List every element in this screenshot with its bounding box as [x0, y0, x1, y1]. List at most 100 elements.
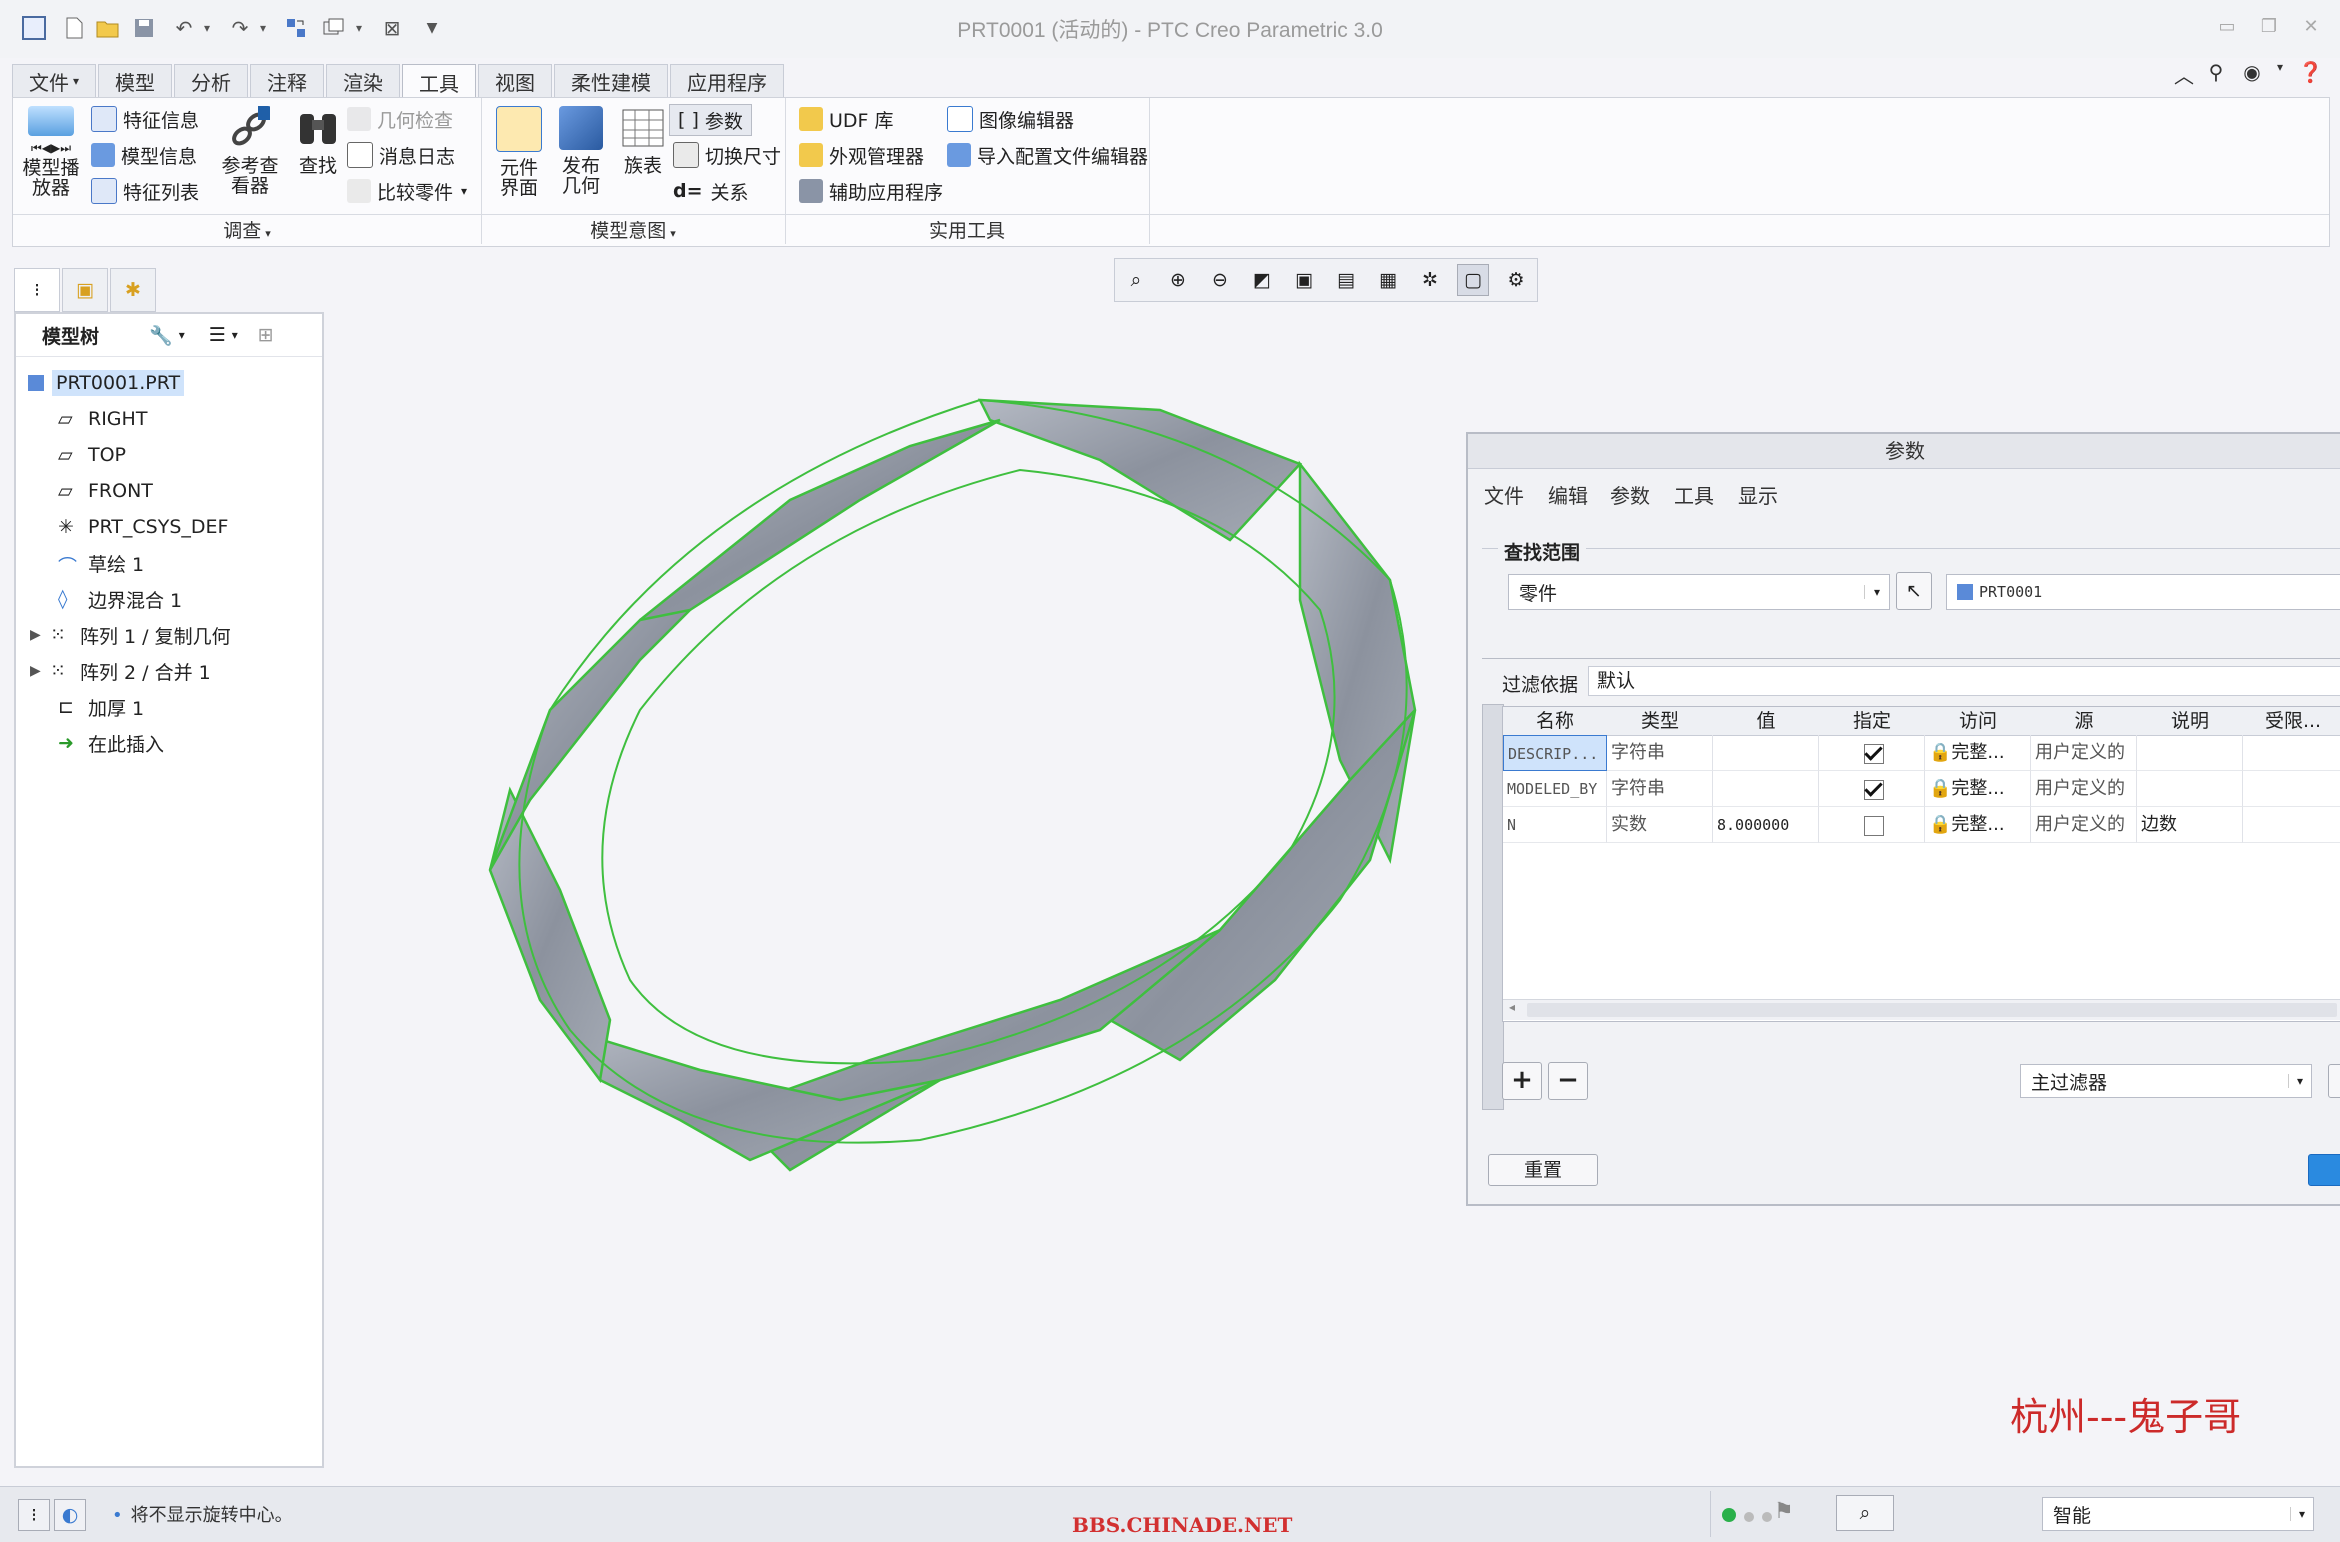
browser-toggle-icon[interactable]: ◐ — [54, 1499, 86, 1531]
select-object-button[interactable]: ↖ — [1896, 572, 1932, 610]
tree-node-sketch[interactable]: ⌒ 草绘 1 — [16, 545, 322, 581]
tree-node-top[interactable]: ▱ TOP — [16, 437, 322, 473]
component-interface-button[interactable]: 元件 界面 — [491, 106, 547, 198]
tree-node-csys[interactable]: ✳ PRT_CSYS_DEF — [16, 509, 322, 545]
tree-node-thicken[interactable]: ⊏ 加厚 1 — [16, 689, 322, 725]
menu-parameters[interactable]: 参数 — [1610, 480, 1650, 509]
zoom-in-icon[interactable]: ⊕ — [1163, 265, 1193, 295]
show-icon[interactable]: ☰ — [209, 324, 226, 346]
udf-library-button[interactable]: UDF 库 — [799, 104, 894, 134]
geometry-check-button[interactable]: 几何检查 — [347, 104, 453, 134]
col-header-value[interactable]: 值 — [1713, 707, 1820, 736]
tree-node-insert-here[interactable]: ➜ 在此插入 — [16, 725, 322, 761]
zoom-out-icon[interactable]: ⊖ — [1205, 265, 1235, 295]
annotation-display-icon[interactable]: ⚙ — [1501, 265, 1531, 295]
remove-parameter-button[interactable]: − — [1548, 1062, 1588, 1100]
chevron-down-icon[interactable]: ▾ — [232, 328, 238, 342]
col-header-type[interactable]: 类型 — [1607, 707, 1714, 736]
tree-node-front[interactable]: ▱ FRONT — [16, 473, 322, 509]
model-graphics-view[interactable] — [460, 380, 1440, 1180]
spin-center-icon[interactable]: ▢ — [1457, 264, 1489, 296]
switch-dimensions-button[interactable]: 切换尺寸 — [673, 140, 781, 170]
table-row[interactable]: MODELED_BY 字符串 🔒完整... 用户定义的 — [1503, 771, 2340, 807]
reference-viewer-button[interactable]: 参考查 看器 — [217, 106, 283, 196]
help-icon[interactable]: ❓ — [2298, 60, 2323, 84]
tab-render[interactable]: 渲染 — [326, 64, 401, 97]
tab-file[interactable]: 文件 ▾ — [12, 64, 97, 97]
feature-list-button[interactable]: 特征列表 — [91, 176, 199, 206]
tree-node-part[interactable]: PRT0001.PRT — [16, 365, 322, 401]
view-manager-icon[interactable]: ▦ — [1373, 265, 1403, 295]
image-editor-button[interactable]: 图像编辑器 — [947, 104, 1074, 134]
chevron-down-icon[interactable]: ▾ — [2268, 60, 2292, 84]
scope-select[interactable]: 零件 ▾ — [1508, 574, 1890, 610]
object-field[interactable]: PRT0001 — [1946, 574, 2340, 610]
designate-checkbox[interactable] — [1863, 744, 1884, 764]
auxiliary-app-button[interactable]: 辅助应用程序 — [799, 176, 943, 206]
main-filter-select[interactable]: 主过滤器 ▾ — [2020, 1064, 2312, 1098]
group-model-intent[interactable]: 模型意图 ▾ — [481, 216, 785, 242]
col-header-designate[interactable]: 指定 — [1819, 707, 1926, 736]
maximize-icon[interactable]: ❐ — [2256, 16, 2282, 38]
datum-display-icon[interactable]: ✲ — [1415, 265, 1445, 295]
minimize-ribbon-icon[interactable]: ︿ — [2172, 60, 2196, 88]
expand-icon[interactable]: ▶ — [30, 663, 50, 679]
folder-browser-tab[interactable]: ▣ — [62, 268, 108, 312]
tree-node-boundary-blend[interactable]: ◊ 边界混合 1 — [16, 581, 322, 617]
learning-connector-icon[interactable]: ◉ — [2240, 60, 2264, 84]
tab-view[interactable]: 视图 — [478, 64, 553, 97]
find-button[interactable]: 查找 — [293, 106, 343, 176]
menu-edit[interactable]: 编辑 — [1548, 480, 1588, 509]
add-parameter-button[interactable]: + — [1502, 1062, 1542, 1100]
feature-info-button[interactable]: 特征信息 — [91, 104, 199, 134]
tab-model[interactable]: 模型 — [98, 64, 173, 97]
model-tree-tab[interactable]: ⁝ — [14, 268, 60, 312]
selection-filter-select[interactable]: 智能 ▾ — [2042, 1497, 2314, 1531]
message-log-button[interactable]: 消息日志 — [347, 140, 455, 170]
search-icon[interactable]: ⚲ — [2204, 60, 2228, 84]
designate-checkbox[interactable] — [1863, 816, 1884, 836]
tree-node-pattern-2[interactable]: ▶ ⁙ 阵列 2 / 合并 1 — [16, 653, 322, 689]
compare-part-button[interactable]: 比较零件 ▾ — [347, 176, 467, 206]
menu-tools[interactable]: 工具 — [1674, 480, 1714, 509]
refit-icon[interactable]: ⌕ — [1121, 265, 1151, 295]
settings-icon[interactable]: 🔧 — [149, 324, 173, 347]
appearance-manager-button[interactable]: 外观管理器 — [799, 140, 924, 170]
find-binoculars-icon[interactable]: ⌕ — [1836, 1495, 1894, 1531]
minimize-icon[interactable]: ▭ — [2214, 16, 2240, 38]
reset-button[interactable]: 重置 — [1488, 1154, 1598, 1186]
col-header-source[interactable]: 源 — [2031, 707, 2138, 736]
menu-file[interactable]: 文件 — [1484, 480, 1524, 509]
model-player-button[interactable]: ⏮◀▶⏭ 模型播 放器 — [21, 106, 81, 198]
tree-node-right[interactable]: ▱ RIGHT — [16, 401, 322, 437]
filter-value-field[interactable]: 默认 — [1588, 666, 2340, 696]
tree-filter-icon[interactable]: ⊞ — [258, 324, 274, 346]
tree-node-pattern-1[interactable]: ▶ ⁙ 阵列 1 / 复制几何 — [16, 617, 322, 653]
repaint-icon[interactable]: ◩ — [1247, 265, 1277, 295]
scrollbar-thumb[interactable] — [1527, 1003, 2337, 1017]
col-header-access[interactable]: 访问 — [1925, 707, 2032, 736]
tab-annotate[interactable]: 注释 — [250, 64, 325, 97]
family-table-button[interactable]: 族表 — [617, 106, 669, 176]
ok-button[interactable] — [2308, 1154, 2340, 1186]
close-icon[interactable]: ✕ — [2298, 16, 2324, 38]
flag-icon[interactable]: ⚑ — [1774, 1499, 1794, 1524]
scroll-left-icon[interactable]: ◂ — [1509, 1000, 1515, 1014]
publish-geometry-button[interactable]: 发布 几何 — [553, 106, 609, 196]
model-info-button[interactable]: 模型信息 — [91, 140, 197, 170]
expand-icon[interactable]: ▶ — [30, 627, 50, 643]
filter-extra-button[interactable] — [2328, 1064, 2340, 1098]
display-style-icon[interactable]: ▣ — [1289, 265, 1319, 295]
designate-checkbox[interactable] — [1863, 780, 1884, 800]
col-header-description[interactable]: 说明 — [2137, 707, 2244, 736]
import-config-editor-button[interactable]: 导入配置文件编辑器 — [947, 140, 1148, 170]
tab-tools[interactable]: 工具 — [402, 64, 477, 99]
tab-applications[interactable]: 应用程序 — [670, 64, 785, 97]
horizontal-scrollbar[interactable]: ◂ — [1503, 999, 2340, 1020]
tab-analysis[interactable]: 分析 — [174, 64, 249, 97]
favorites-tab[interactable]: ✱ — [110, 268, 156, 312]
tree-toggle-icon[interactable]: ⁝ — [18, 1499, 50, 1531]
chevron-down-icon[interactable]: ▾ — [179, 328, 185, 342]
col-header-restricted[interactable]: 受限... — [2243, 707, 2340, 736]
group-investigate[interactable]: 调查 ▾ — [13, 216, 481, 242]
